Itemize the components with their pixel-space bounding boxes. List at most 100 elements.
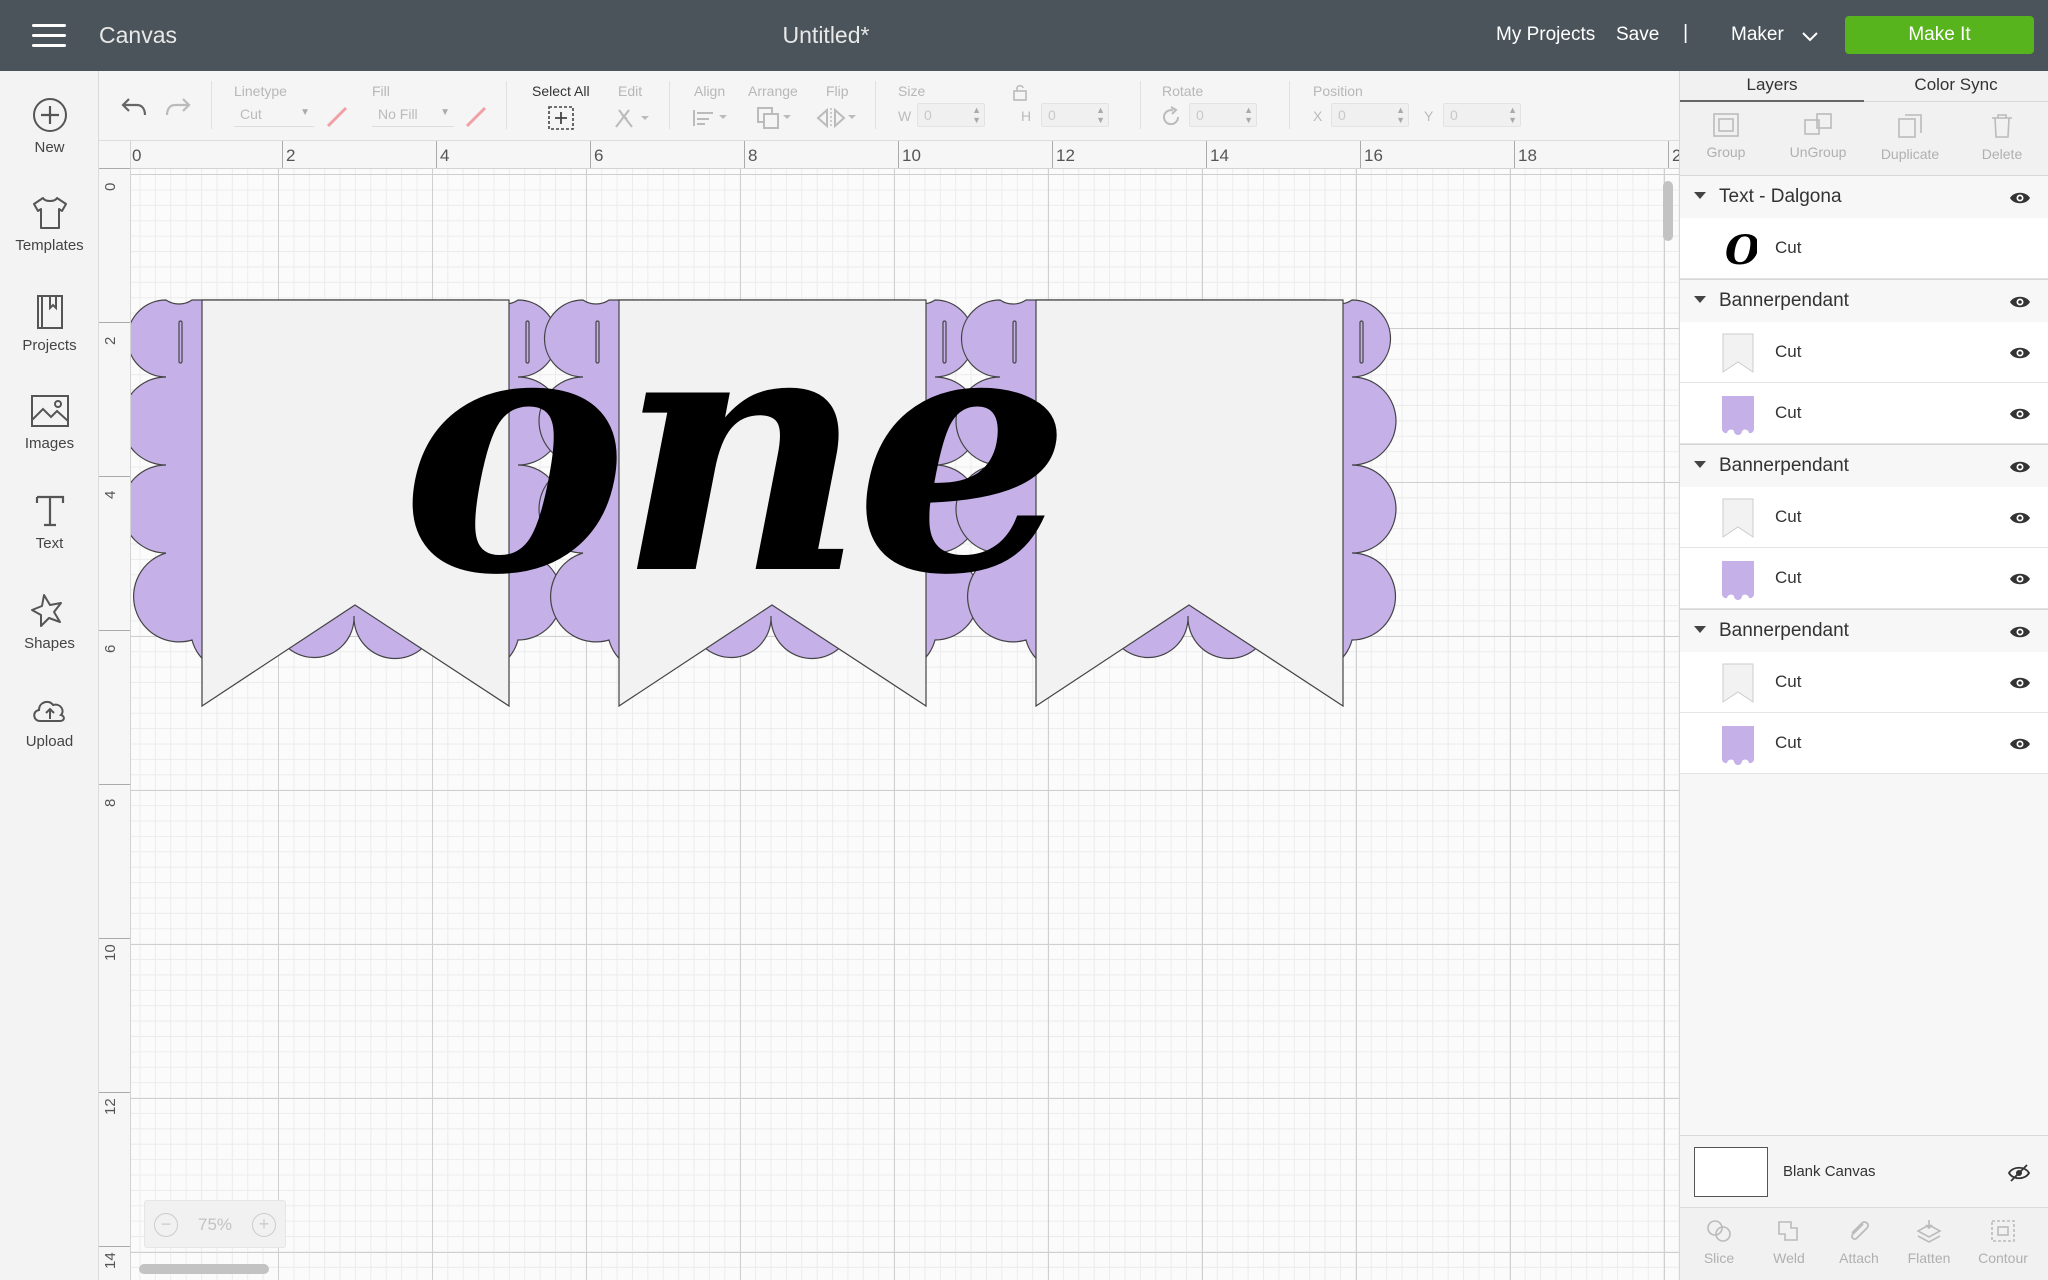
rotate-input[interactable]: 0 ▲ ▼	[1189, 103, 1257, 127]
layer-group-header[interactable]: Bannerpendant	[1680, 280, 2048, 322]
arrange-icon[interactable]	[755, 105, 795, 131]
lock-icon[interactable]	[1012, 83, 1028, 101]
horizontal-scrollbar[interactable]	[139, 1264, 269, 1274]
align-icon[interactable]	[691, 107, 731, 129]
expand-triangle-icon[interactable]	[1694, 626, 1706, 633]
slice-button[interactable]: Slice	[1684, 1218, 1754, 1266]
layer-row[interactable]: Cut	[1680, 322, 2048, 383]
fill-select[interactable]: No Fill ▼	[372, 103, 454, 127]
undo-icon[interactable]	[119, 93, 149, 121]
chevron-down-icon[interactable]	[1799, 26, 1821, 48]
layer-row[interactable]: Cut	[1680, 548, 2048, 609]
banner-artwork[interactable]: one	[131, 169, 1679, 1280]
zoom-in-button[interactable]: +	[252, 1213, 276, 1237]
layer-row[interactable]: Cut	[1680, 713, 2048, 774]
x-input[interactable]: 0 ▲ ▼	[1331, 103, 1409, 127]
linetype-select[interactable]: Cut ▼	[234, 103, 314, 127]
zoom-out-button[interactable]: −	[154, 1213, 178, 1237]
eye-icon[interactable]	[2009, 295, 2031, 309]
weld-button[interactable]: Weld	[1754, 1218, 1824, 1266]
layer-row[interactable]: Cut	[1680, 652, 2048, 713]
fill-color-swatch-icon[interactable]	[464, 105, 488, 129]
canvas-text-one[interactable]: one	[401, 251, 1071, 650]
blank-canvas-label: Blank Canvas	[1783, 1163, 1876, 1180]
group-button[interactable]: Group	[1680, 112, 1772, 160]
flatten-button[interactable]: Flatten	[1894, 1218, 1964, 1266]
sidebar-item-label: New	[34, 139, 65, 156]
edit-tools-icon[interactable]	[613, 105, 653, 131]
flip-icon[interactable]	[815, 105, 859, 131]
eye-icon[interactable]	[2009, 460, 2031, 474]
sidebar-item-images[interactable]: Images	[0, 393, 99, 452]
design-canvas[interactable]: one	[131, 169, 1679, 1280]
stepper-arrows-icon[interactable]: ▲ ▼	[1244, 105, 1253, 125]
toolbar-divider	[875, 81, 876, 129]
eye-icon[interactable]	[2009, 676, 2031, 690]
sidebar-item-shapes[interactable]: Shapes	[0, 591, 99, 652]
eye-slash-icon[interactable]	[2007, 1163, 2031, 1183]
select-all-icon[interactable]	[547, 105, 575, 131]
make-it-button[interactable]: Make It	[1845, 16, 2034, 54]
machine-select[interactable]: Maker	[1731, 24, 1784, 46]
ruler-tick	[282, 141, 283, 168]
canvas-color-swatch[interactable]	[1694, 1147, 1768, 1197]
vertical-scrollbar[interactable]	[1663, 181, 1673, 241]
tab-layers[interactable]: Layers	[1680, 75, 1864, 95]
stepper-arrows-icon[interactable]: ▲ ▼	[972, 105, 981, 125]
sidebar-item-new[interactable]: New	[0, 97, 99, 156]
attach-button[interactable]: Attach	[1824, 1218, 1894, 1266]
stepper-arrows-icon[interactable]: ▲ ▼	[1396, 105, 1405, 125]
layer-group-header[interactable]: Text - Dalgona	[1680, 176, 2048, 218]
stepper-arrows-icon[interactable]: ▲ ▼	[1096, 105, 1105, 125]
weld-icon	[1778, 1221, 1798, 1241]
height-input[interactable]: 0 ▲ ▼	[1041, 103, 1109, 127]
eye-icon[interactable]	[2009, 625, 2031, 639]
ruler-left-label: 14	[102, 1252, 119, 1269]
eye-icon[interactable]	[2009, 191, 2031, 205]
select-all-label[interactable]: Select All	[532, 83, 590, 99]
sidebar-item-label: Upload	[25, 733, 74, 750]
expand-triangle-icon[interactable]	[1694, 296, 1706, 303]
group-label: Group	[1706, 144, 1746, 160]
layer-group-header[interactable]: Bannerpendant	[1680, 445, 2048, 487]
sidebar-item-text[interactable]: Text	[0, 493, 99, 552]
delete-button[interactable]: Delete	[1956, 112, 2048, 162]
sidebar-item-templates[interactable]: Templates	[0, 195, 99, 254]
eye-icon[interactable]	[2009, 346, 2031, 360]
blank-canvas-row: Blank Canvas	[1680, 1135, 2048, 1207]
layer-group-header[interactable]: Bannerpendant	[1680, 610, 2048, 652]
sidebar-item-upload[interactable]: Upload	[0, 693, 99, 750]
linetype-color-swatch-icon[interactable]	[325, 105, 349, 129]
eye-icon[interactable]	[2009, 407, 2031, 421]
slice-icon	[1707, 1220, 1731, 1242]
ruler-tick	[1360, 141, 1361, 168]
stepper-arrows-icon[interactable]: ▲ ▼	[1508, 105, 1517, 125]
eye-icon[interactable]	[2009, 572, 2031, 586]
eye-icon[interactable]	[2009, 737, 2031, 751]
tab-color-sync[interactable]: Color Sync	[1864, 75, 2048, 95]
duplicate-button[interactable]: Duplicate	[1864, 112, 1956, 162]
left-sidebar: New Templates Projects Images Text Shape…	[0, 71, 99, 1280]
expand-triangle-icon[interactable]	[1694, 461, 1706, 468]
layer-row[interactable]: O Cut	[1680, 218, 2048, 279]
ungroup-button[interactable]: UnGroup	[1772, 112, 1864, 160]
ruler-left-label: 4	[102, 490, 119, 499]
top-bar: Canvas Untitled* My Projects Save | Make…	[0, 0, 2048, 71]
eye-icon[interactable]	[2009, 511, 2031, 525]
position-label: Position	[1313, 83, 1363, 99]
attach-label: Attach	[1839, 1250, 1879, 1266]
toolbar-divider	[1289, 81, 1290, 129]
ungroup-icon	[1804, 113, 1832, 135]
sidebar-item-projects[interactable]: Projects	[0, 293, 99, 354]
save-link[interactable]: Save	[1616, 24, 1659, 46]
contour-button[interactable]: Contour	[1968, 1218, 2038, 1266]
layer-row[interactable]: Cut	[1680, 487, 2048, 548]
ruler-tick	[1206, 141, 1207, 168]
my-projects-link[interactable]: My Projects	[1496, 24, 1595, 46]
ruler-tick	[590, 141, 591, 168]
redo-icon[interactable]	[163, 93, 193, 121]
expand-triangle-icon[interactable]	[1694, 192, 1706, 199]
y-input[interactable]: 0 ▲ ▼	[1443, 103, 1521, 127]
width-input[interactable]: 0 ▲ ▼	[917, 103, 985, 127]
layer-row[interactable]: Cut	[1680, 383, 2048, 444]
